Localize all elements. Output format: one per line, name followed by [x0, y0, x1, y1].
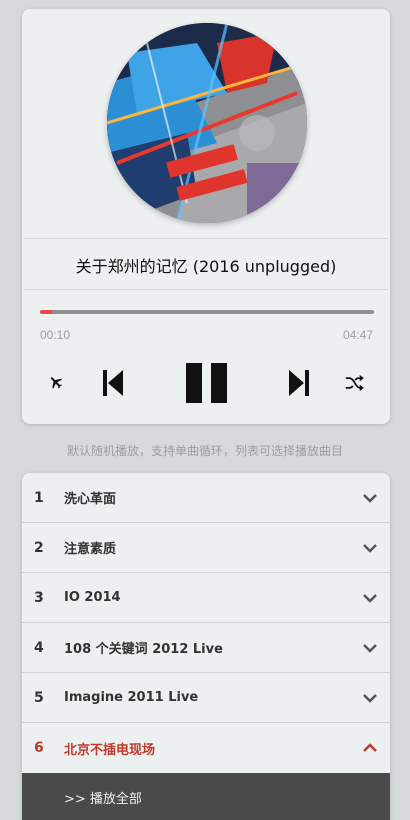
airplane-icon[interactable] [48, 374, 64, 390]
divider [24, 238, 388, 239]
list-item-active[interactable]: 6 北京不插电现场 [22, 723, 390, 773]
item-name: 洗心革面 [64, 492, 117, 507]
item-number: 1 [34, 489, 44, 506]
item-name: 108 个关键词 2012 Live [64, 642, 223, 657]
item-number: 2 [34, 539, 44, 556]
pause-icon[interactable] [185, 362, 229, 404]
list-item[interactable]: 4 108 个关键词 2012 Live [22, 623, 390, 673]
item-number: 6 [34, 740, 44, 756]
skip-next-icon[interactable] [288, 369, 310, 397]
list-item[interactable]: 2 注意素质 [22, 523, 390, 573]
playlist: 1 洗心革面 2 注意素质 3 IO 2014 4 108 个关键词 2012 … [22, 473, 390, 820]
play-all-button[interactable]: >> 播放全部 [22, 773, 390, 820]
divider [24, 289, 388, 290]
item-number: 3 [34, 589, 44, 606]
item-name: IO 2014 [64, 590, 121, 605]
chevron-down-icon[interactable] [350, 693, 390, 703]
time-total: 04:47 [342, 328, 373, 342]
hint-text: 默认随机播放，支持单曲循环，列表可选择播放曲目 [66, 444, 343, 458]
item-number: 5 [34, 689, 44, 706]
song-title: 关于郑州的记忆 (2016 unplugged) [75, 257, 337, 276]
shuffle-icon[interactable] [344, 374, 364, 392]
chevron-down-icon[interactable] [350, 543, 390, 553]
time-current: 00:10 [40, 328, 71, 342]
list-item[interactable]: 3 IO 2014 [22, 573, 390, 623]
progress-fill [40, 310, 53, 314]
list-item[interactable]: 5 Imagine 2011 Live [22, 673, 390, 723]
skip-previous-icon[interactable] [102, 369, 124, 397]
chevron-up-icon[interactable] [350, 743, 390, 753]
chevron-down-icon[interactable] [350, 643, 390, 653]
item-name: 注意素质 [64, 542, 117, 557]
player-card: 关于郑州的记忆 (2016 unplugged) 00:10 04:47 [22, 9, 390, 424]
item-name: Imagine 2011 Live [64, 690, 199, 705]
item-number: 4 [34, 639, 44, 656]
chevron-down-icon[interactable] [350, 493, 390, 503]
list-item[interactable]: 1 洗心革面 [22, 473, 390, 523]
progress-bar[interactable] [40, 310, 374, 314]
chevron-down-icon[interactable] [350, 593, 390, 603]
album-cover [107, 23, 307, 223]
item-name: 北京不插电现场 [64, 742, 156, 758]
